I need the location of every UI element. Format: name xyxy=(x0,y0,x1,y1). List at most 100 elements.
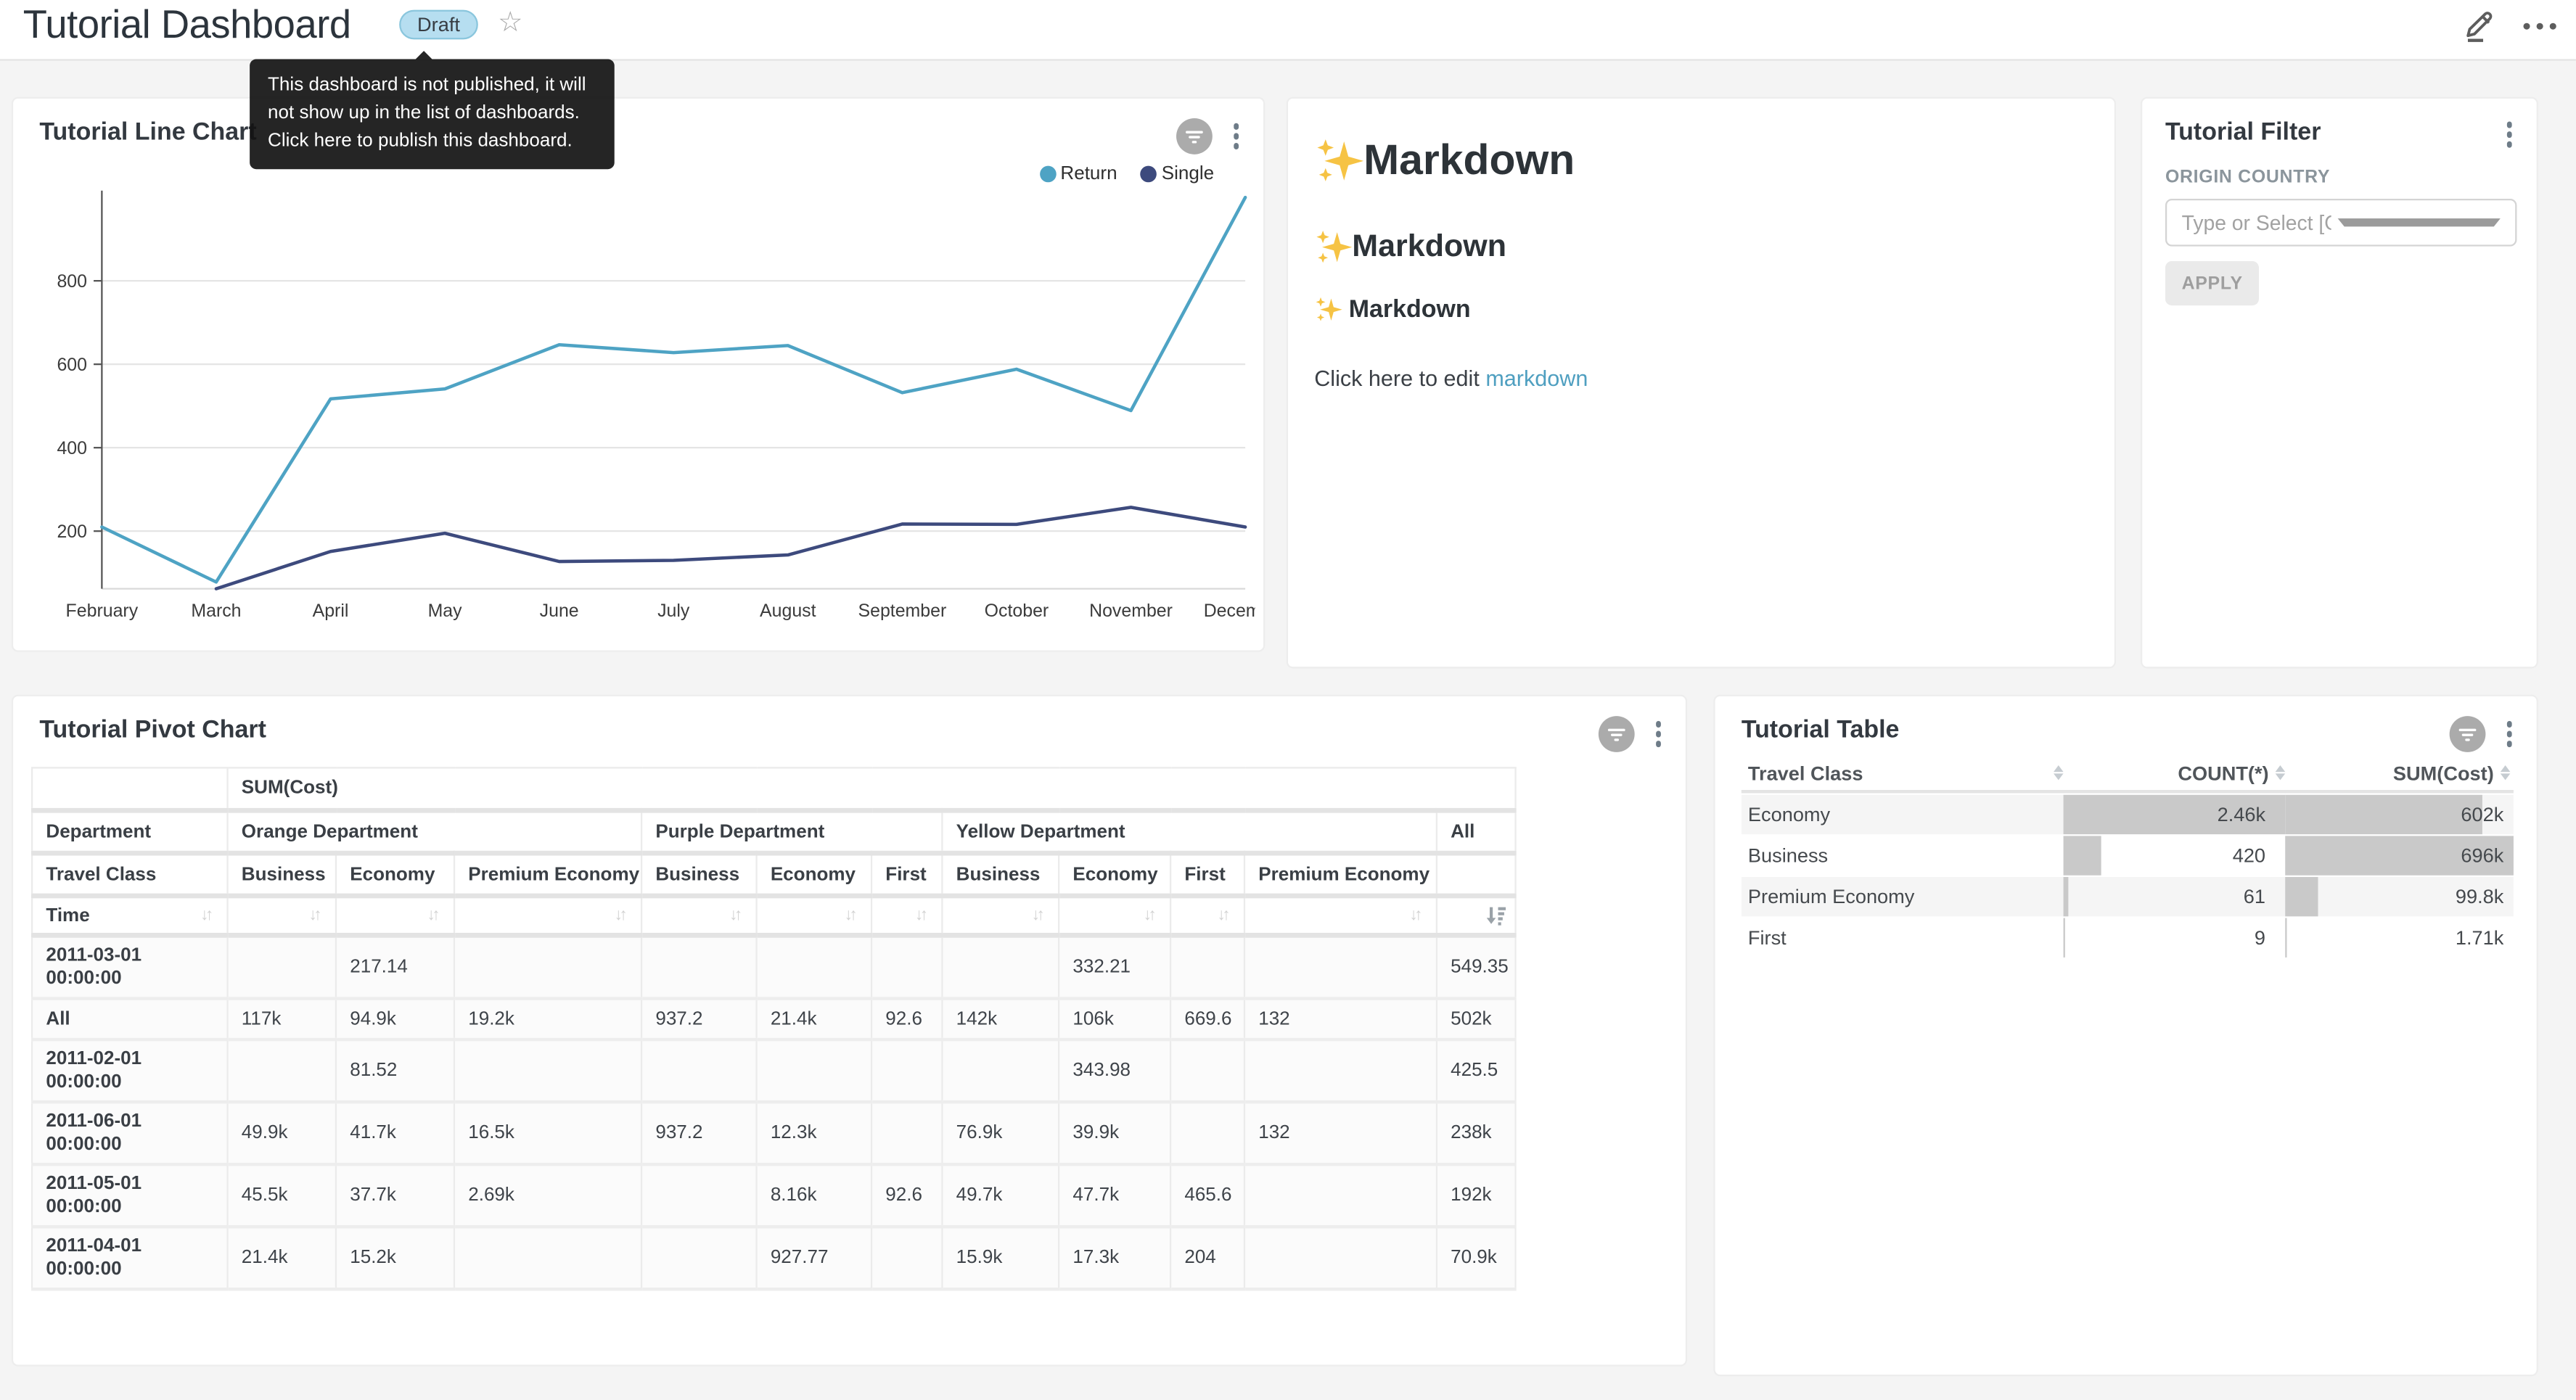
markdown-card: Markdown Markdown Markdown xyxy=(1287,97,2116,669)
pivot-cell xyxy=(228,935,336,998)
column-header-count[interactable]: COUNT(*) xyxy=(2064,761,2286,784)
chart-title: Tutorial Line Chart xyxy=(39,118,256,146)
svg-text:October: October xyxy=(985,601,1049,621)
pivot-cell: 142k xyxy=(942,999,1059,1040)
sort-arrows-icon xyxy=(2054,765,2064,780)
filter-card: Tutorial Filter ORIGIN COUNTRY Type or S… xyxy=(2141,97,2538,669)
legend-item-return[interactable]: Return xyxy=(1039,164,1117,184)
sum-cost-cell: 602k xyxy=(2285,795,2514,834)
sort-arrows-icon: ↓↑ xyxy=(615,907,628,925)
pivot-cell xyxy=(1170,935,1244,998)
pivot-cell: 49.9k xyxy=(228,1102,336,1164)
sort-arrows-icon xyxy=(2501,765,2511,780)
sort-arrows-icon: ↓↑ xyxy=(1144,907,1157,925)
pivot-cell xyxy=(1244,1164,1437,1227)
sum-cost-cell: 99.8k xyxy=(2285,877,2514,916)
sparkles-icon xyxy=(1314,136,1363,185)
page-title: Tutorial Dashboard xyxy=(23,4,351,49)
markdown-h3: Markdown xyxy=(1314,296,2088,324)
markdown-h1: Markdown xyxy=(1314,135,2088,186)
sort-arrows-icon: ↓↑ xyxy=(1218,907,1231,925)
pivot-cell: 41.7k xyxy=(336,1102,454,1164)
svg-text:800: 800 xyxy=(57,271,87,292)
svg-text:May: May xyxy=(428,601,463,621)
sort-arrows-icon: ↓↑ xyxy=(309,907,322,925)
sort-arrows-icon: ↓↑ xyxy=(427,907,440,925)
pivot-row: 2011-06-0100:00:0049.9k41.7k16.5k937.212… xyxy=(32,1102,1516,1164)
pivot-cell xyxy=(942,1039,1059,1102)
pivot-cell xyxy=(871,1039,942,1102)
dashboard-header: Tutorial Dashboard Draft ☆ xyxy=(0,0,2576,61)
table-header-row: Travel Class COUNT(*) SUM(Cost) xyxy=(1742,755,2514,793)
column-header-travel-class[interactable]: Travel Class xyxy=(1742,761,2064,784)
pivot-cell xyxy=(641,1039,756,1102)
cell-bar xyxy=(2064,836,2101,875)
pivot-cell: 8.16k xyxy=(757,1164,871,1227)
kebab-menu-icon[interactable] xyxy=(2501,718,2517,750)
sparkles-icon xyxy=(1314,228,1352,266)
apply-button[interactable]: APPLY xyxy=(2165,261,2259,305)
sum-cost-cell: 696k xyxy=(2285,836,2514,875)
svg-text:June: June xyxy=(540,601,579,621)
kebab-menu-icon[interactable] xyxy=(1650,718,1666,750)
edit-markdown-link[interactable]: markdown xyxy=(1485,366,1588,391)
filter-circle-icon[interactable] xyxy=(1598,716,1634,752)
svg-text:July: July xyxy=(657,601,690,621)
svg-text:200: 200 xyxy=(57,522,87,542)
pivot-row-label: 2011-04-0100:00:00 xyxy=(32,1227,227,1289)
select-placeholder: Type or Select [Origin Country] xyxy=(2182,211,2331,234)
pivot-cell: 217.14 xyxy=(336,935,454,998)
pivot-cell xyxy=(1170,1102,1244,1164)
pivot-cell xyxy=(757,1039,871,1102)
column-header-sum-cost[interactable]: SUM(Cost) xyxy=(2285,761,2514,784)
edit-dashboard-icon[interactable] xyxy=(2463,8,2498,43)
pivot-cell: 425.5 xyxy=(1437,1039,1516,1102)
sort-arrows-icon xyxy=(2276,765,2286,780)
pivot-cell xyxy=(757,935,871,998)
kebab-menu-icon[interactable] xyxy=(2501,118,2517,150)
sort-arrows-icon: ↓↑ xyxy=(729,907,742,925)
sort-arrows-icon: ↓↑ xyxy=(1032,907,1045,925)
pivot-cell: 45.5k xyxy=(228,1164,336,1227)
cell-bar xyxy=(2285,877,2318,916)
kebab-menu-icon[interactable] xyxy=(1228,120,1244,152)
pivot-measure-row: SUM(Cost) xyxy=(32,767,1516,810)
legend-item-single[interactable]: Single xyxy=(1140,164,1214,184)
svg-text:April: April xyxy=(313,601,349,621)
data-table: Travel Class COUNT(*) SUM(Cost) Economy2… xyxy=(1742,755,2514,957)
favorite-star-icon[interactable]: ☆ xyxy=(498,7,523,39)
pivot-table: SUM(Cost) Department Orange Department P… xyxy=(31,767,1517,1290)
pivot-row-label: 2011-03-0100:00:00 xyxy=(32,935,227,998)
table-rows: Economy2.46k602kBusiness420696kPremium E… xyxy=(1742,795,2514,958)
sparkles-icon xyxy=(1314,296,1342,324)
origin-country-select[interactable]: Type or Select [Origin Country] xyxy=(2165,199,2516,247)
pivot-cell: 15.9k xyxy=(942,1227,1059,1289)
pivot-row-label: 2011-05-0100:00:00 xyxy=(32,1164,227,1227)
pivot-cell xyxy=(641,935,756,998)
pivot-cell: 2.69k xyxy=(454,1164,641,1227)
line-chart-plot: 200400600800FebruaryMarchAprilMayJuneJul… xyxy=(13,191,1255,644)
more-options-icon[interactable] xyxy=(2524,16,2556,36)
pivot-cell: 70.9k xyxy=(1437,1227,1516,1289)
publish-tooltip: This dashboard is not published, it will… xyxy=(250,59,615,169)
status-badge[interactable]: Draft xyxy=(399,10,478,40)
pivot-cell: 21.4k xyxy=(228,1227,336,1289)
pivot-cell: 39.9k xyxy=(1059,1102,1170,1164)
sort-arrows-icon: ↓↑ xyxy=(1410,907,1423,925)
filter-circle-icon[interactable] xyxy=(1176,118,1212,155)
filter-circle-icon[interactable] xyxy=(2448,716,2485,752)
pivot-cell xyxy=(641,1227,756,1289)
pivot-cell: 106k xyxy=(1059,999,1170,1040)
cell-bar xyxy=(2285,918,2286,958)
pivot-cell: 47.7k xyxy=(1059,1164,1170,1227)
table-title: Tutorial Table xyxy=(1742,716,1900,744)
sort-arrows-icon: ↓↑ xyxy=(915,907,928,925)
pivot-cell xyxy=(1170,1039,1244,1102)
pivot-row: 2011-03-0100:00:00217.14332.21549.35 xyxy=(32,935,1516,998)
table-card: Tutorial Table Travel Class xyxy=(1713,695,2538,1377)
pivot-cell xyxy=(1244,935,1437,998)
pivot-row-label: 2011-02-0100:00:00 xyxy=(32,1039,227,1102)
svg-text:September: September xyxy=(858,601,947,621)
svg-text:December: December xyxy=(1204,601,1255,621)
pivot-cell: 192k xyxy=(1437,1164,1516,1227)
